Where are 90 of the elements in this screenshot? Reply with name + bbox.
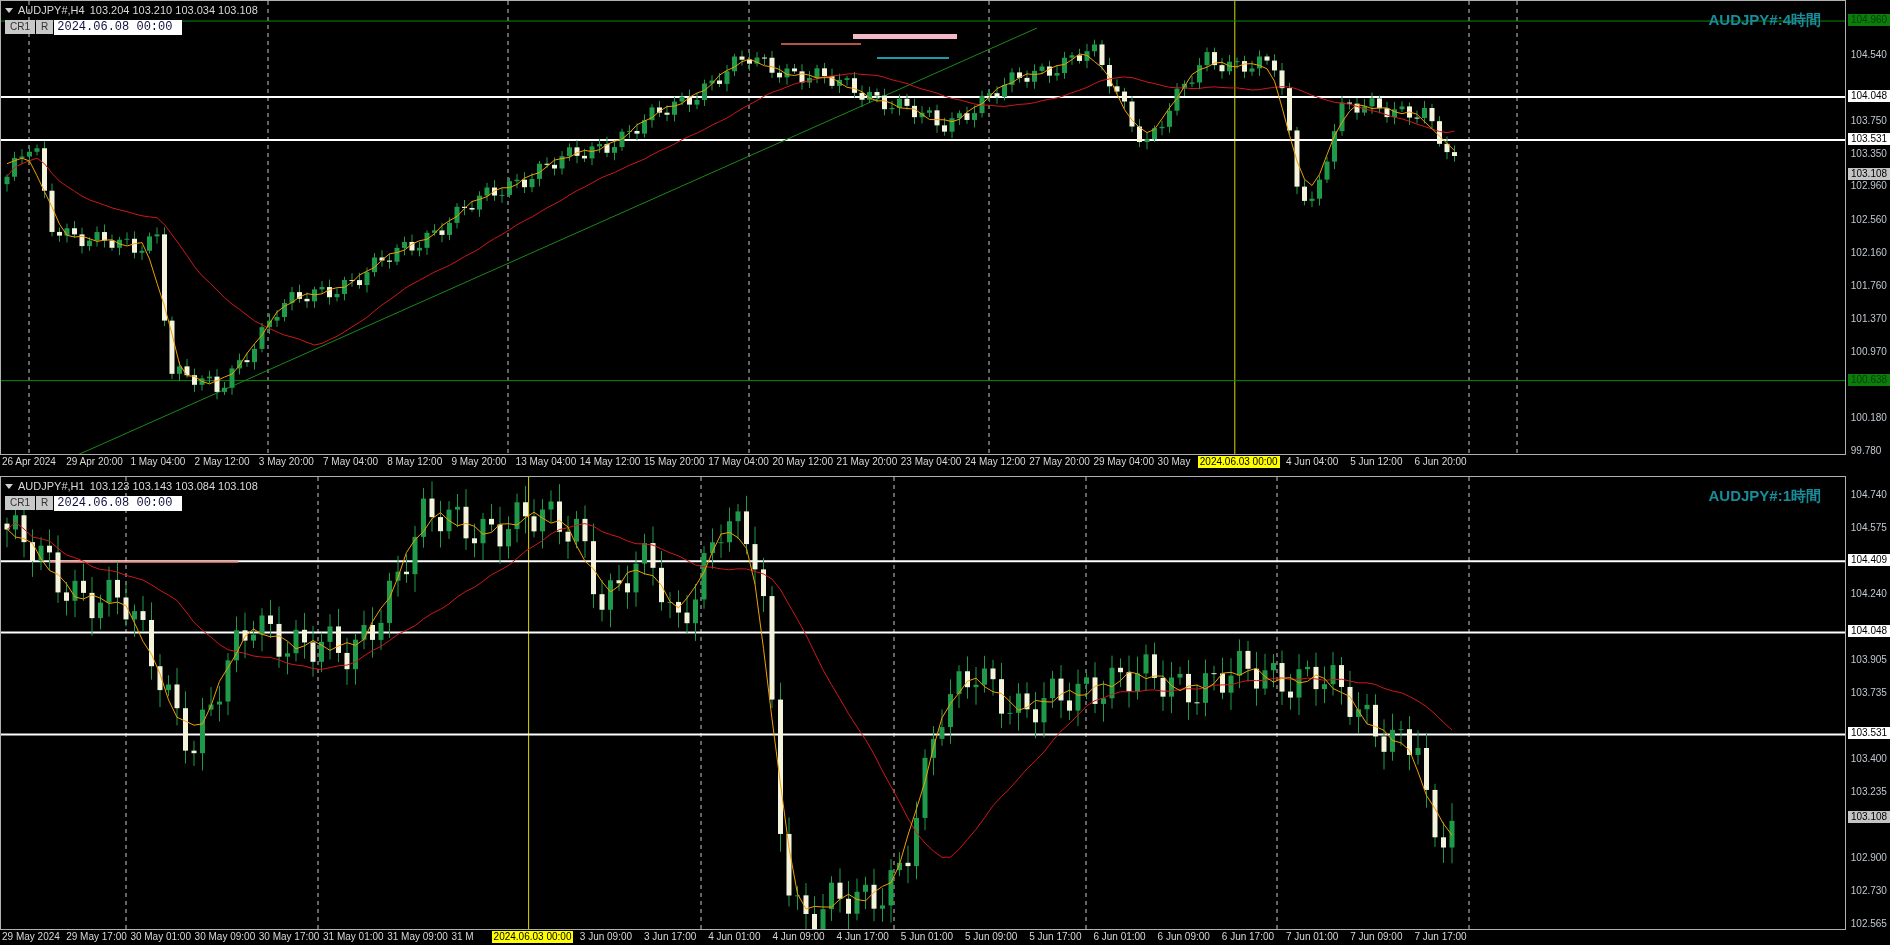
date-field[interactable]: 2024.06.08 00:00 [54,495,183,511]
price-tick: 103.735 [1849,687,1887,700]
time-tick: 29 May 04:00 [1093,456,1154,468]
toolbar-button[interactable]: CR1 [5,496,35,510]
price-label: 103.108 [1848,168,1890,181]
time-tick: 24 May 12:00 [965,456,1026,468]
time-tick: 7 Jun 01:00 [1286,931,1339,943]
price-tick: 104.240 [1849,587,1887,600]
time-tick: 14 May 12:00 [579,456,641,468]
price-label: 100.638 [1848,373,1890,386]
date-field[interactable]: 2024.06.08 00:00 [54,19,183,35]
collapse-icon[interactable] [5,483,13,489]
toolbar-button[interactable]: R [36,496,54,510]
time-tick: 29 May 17:00 [66,931,127,943]
price-label: 103.531 [1848,727,1890,740]
time-tick: 21 May 20:00 [836,456,898,468]
price-tick: 102.960 [1849,180,1887,193]
time-tick: 27 May 20:00 [1029,456,1090,468]
price-tick: 102.730 [1849,885,1887,898]
price-tick: 101.370 [1849,312,1887,325]
time-tick: 7 May 04:00 [323,456,379,468]
time-tick: 26 Apr 2024 [2,456,56,468]
time-tick: 6 Jun 20:00 [1414,456,1467,468]
time-tick: 2 May 12:00 [194,456,250,468]
time-tick: 23 May 04:00 [900,456,962,468]
price-tick: 103.350 [1849,148,1887,160]
time-tick: 30 May [1157,456,1191,468]
price-label: 103.108 [1848,810,1890,823]
toolbar-button[interactable]: CR1 [5,20,35,34]
time-tick: 30 May 09:00 [194,931,256,943]
price-tick: 104.575 [1849,521,1887,534]
time-tick: 3 May 20:00 [258,456,314,468]
price-tick: 104.740 [1849,489,1887,501]
time-tick: 4 Jun 09:00 [772,931,825,943]
price-tick: 100.180 [1849,411,1887,424]
price-tick: 102.565 [1849,918,1887,930]
time-tick: 5 Jun 12:00 [1350,456,1403,468]
chart-title: AUDJPY#:1時間 [1708,486,1821,506]
time-tick: 5 Jun 01:00 [900,931,954,943]
time-tick: 4 Jun 17:00 [836,931,889,943]
time-tick: 5 Jun 17:00 [1029,931,1082,943]
time-tick: 4 Jun 01:00 [708,931,761,943]
cursor-time-label: 2024.06.03 00:00 [491,931,574,943]
price-tick: 103.400 [1849,753,1887,766]
time-tick: 6 Jun 01:00 [1093,931,1146,943]
ohlc-values: 103.123 103.143 103.084 103.108 [89,479,258,494]
price-tick: 102.560 [1849,213,1887,226]
price-label: 104.409 [1848,554,1890,567]
time-tick: 15 May 20:00 [644,456,705,468]
time-tick: 7 Jun 09:00 [1350,931,1403,943]
time-tick: 31 May 09:00 [387,931,448,943]
price-tick: 103.905 [1849,653,1887,666]
price-label: 103.531 [1848,132,1890,145]
time-tick: 5 Jun 09:00 [965,931,1018,943]
price-tick: 99.780 [1849,445,1882,457]
collapse-icon[interactable] [5,7,13,13]
time-tick: 29 Apr 20:00 [66,456,123,468]
price-tick: 102.900 [1849,851,1887,864]
symbol-label: AUDJPY#,H4 [18,3,85,18]
price-tick: 102.160 [1849,247,1887,259]
price-label: 104.048 [1848,89,1890,102]
cursor-time-label: 2024.06.03 00:00 [1197,456,1280,468]
price-tick: 103.235 [1849,785,1887,798]
price-tick: 103.750 [1849,114,1887,127]
price-tick: 100.970 [1849,346,1887,358]
time-tick: 6 Jun 09:00 [1157,931,1210,943]
time-tick: 7 Jun 17:00 [1414,931,1467,943]
time-tick: 17 May 04:00 [708,456,769,468]
chart-title: AUDJPY#:4時間 [1708,10,1821,30]
time-tick: 30 May 01:00 [130,931,191,943]
time-tick: 8 May 12:00 [387,456,443,468]
ohlc-values: 103.204 103.210 103.034 103.108 [89,3,258,18]
time-tick: 29 May 2024 [2,931,60,943]
time-tick: 3 Jun 09:00 [579,931,633,943]
time-tick: 4 Jun 04:00 [1286,456,1339,468]
time-tick: 31 May 01:00 [323,931,384,943]
price-label: 104.960 [1848,14,1890,27]
time-tick: 31 M [451,931,474,943]
time-tick: 9 May 20:00 [451,456,507,468]
symbol-label: AUDJPY#,H1 [18,479,85,494]
time-tick: 13 May 04:00 [515,456,577,468]
toolbar-button[interactable]: R [36,20,54,34]
time-tick: 6 Jun 17:00 [1221,931,1275,943]
price-tick: 104.540 [1849,49,1887,61]
price-label: 104.048 [1848,625,1890,638]
time-tick: 1 May 04:00 [130,456,186,468]
price-tick: 101.760 [1849,280,1887,293]
time-tick: 20 May 12:00 [772,456,833,468]
time-tick: 3 Jun 17:00 [644,931,697,943]
time-tick: 30 May 17:00 [258,931,320,943]
